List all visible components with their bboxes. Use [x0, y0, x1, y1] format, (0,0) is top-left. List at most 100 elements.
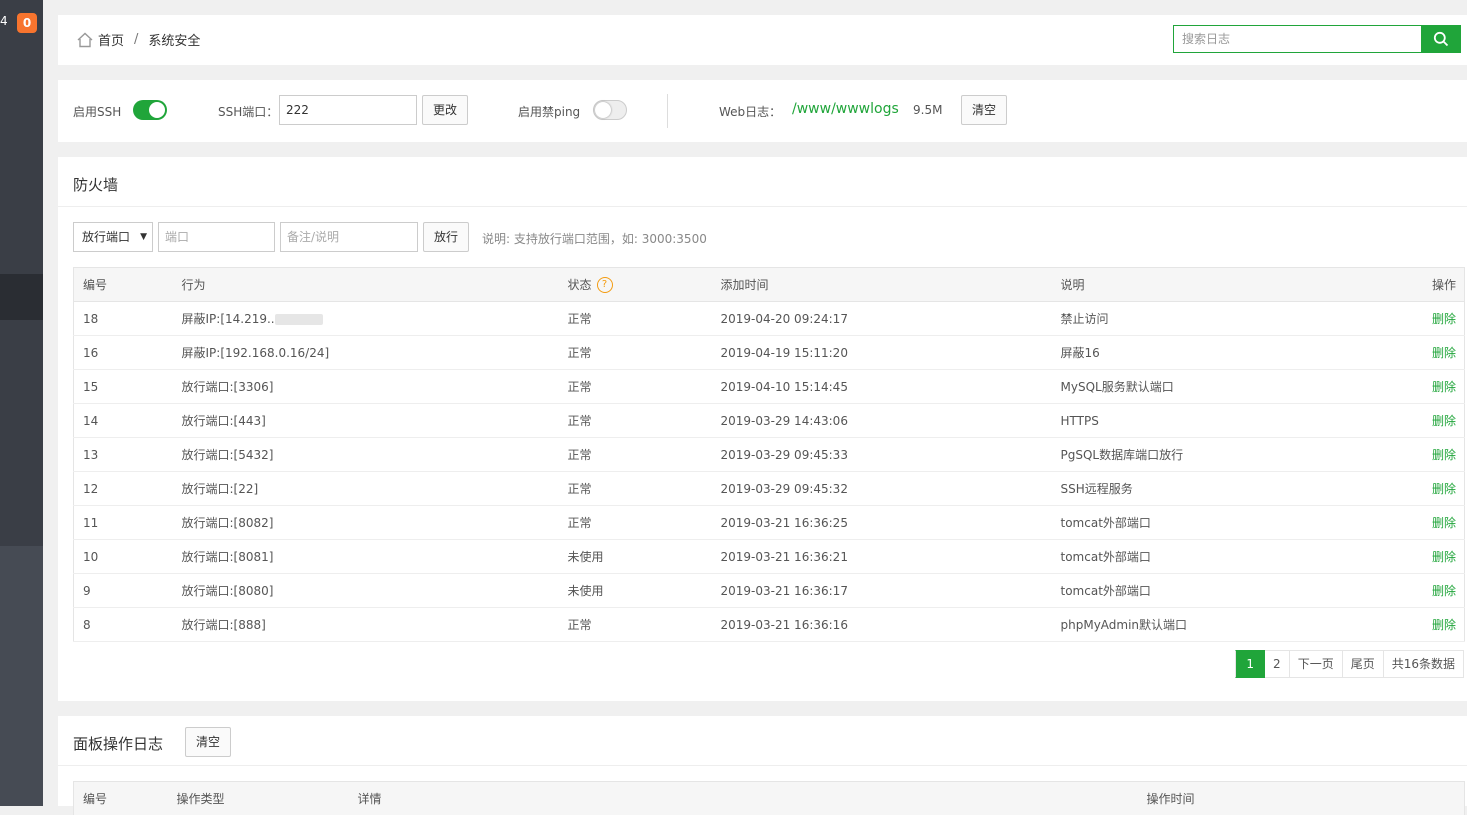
column-header-id: 编号: [74, 782, 168, 815]
rule-op-cell: 删除: [1405, 336, 1465, 370]
ssh-port-input[interactable]: [279, 95, 417, 125]
sidebar-digit: 4: [0, 14, 8, 28]
rule-time: 2019-03-29 14:43:06: [712, 404, 1052, 438]
total-count: 共16条数据: [1384, 650, 1464, 678]
home-icon[interactable]: [76, 31, 94, 49]
allow-button[interactable]: 放行: [423, 222, 469, 252]
table-row: 14 放行端口:[443] 正常 2019-03-29 14:43:06 HTT…: [74, 404, 1465, 438]
delete-link[interactable]: 删除: [1432, 550, 1456, 564]
table-row: 15 放行端口:[3306] 正常 2019-04-10 15:14:45 My…: [74, 370, 1465, 404]
page-1-button[interactable]: 1: [1235, 650, 1265, 678]
breadcrumb-current: 系统安全: [148, 30, 200, 49]
delete-link[interactable]: 删除: [1432, 618, 1456, 632]
rule-action-cell: 屏蔽IP:[14.219..: [173, 302, 559, 336]
rule-status: 正常: [559, 302, 712, 336]
rule-time: 2019-03-29 09:45:32: [712, 472, 1052, 506]
firewall-hint: 说明: 支持放行端口范围，如: 3000:3500: [482, 230, 707, 247]
breadcrumb-home[interactable]: 首页: [98, 30, 124, 49]
column-header-time: 操作时间: [1138, 782, 1465, 815]
rule-status: 正常: [559, 336, 712, 370]
rule-op-cell: 删除: [1405, 472, 1465, 506]
ping-toggle[interactable]: [593, 100, 627, 120]
rule-action: 放行端口:[3306]: [173, 370, 559, 404]
weblog-label: Web日志：: [719, 103, 781, 120]
search-input[interactable]: [1173, 25, 1421, 53]
rule-note: phpMyAdmin默认端口: [1052, 608, 1405, 642]
security-settings: 启用SSH SSH端口： 更改 启用禁ping Web日志： /www/wwwl…: [58, 80, 1467, 142]
toggle-knob: [149, 102, 165, 118]
column-header-type: 操作类型: [168, 782, 349, 815]
notification-badge[interactable]: 0: [17, 13, 37, 33]
column-header-note: 说明: [1052, 268, 1405, 302]
delete-link[interactable]: 删除: [1432, 482, 1456, 496]
pagination: 1 2 下一页 尾页 共16条数据: [1235, 650, 1464, 678]
help-icon[interactable]: ?: [597, 277, 613, 293]
clear-weblog-button[interactable]: 清空: [961, 95, 1007, 125]
weblog-size: 9.5M: [913, 103, 942, 117]
sidebar-item-active[interactable]: [0, 274, 43, 320]
column-header-status-label: 状态: [568, 278, 592, 292]
column-header-time: 添加时间: [712, 268, 1052, 302]
rule-op-cell: 删除: [1405, 370, 1465, 404]
rule-id: 8: [74, 608, 173, 642]
rule-note: tomcat外部端口: [1052, 540, 1405, 574]
panel-log-title: 面板操作日志: [73, 733, 163, 754]
rule-note: MySQL服务默认端口: [1052, 370, 1405, 404]
table-row: 9 放行端口:[8080] 未使用 2019-03-21 16:36:17 to…: [74, 574, 1465, 608]
rule-op-cell: 删除: [1405, 574, 1465, 608]
change-port-button[interactable]: 更改: [422, 95, 468, 125]
rule-action: 放行端口:[8081]: [173, 540, 559, 574]
delete-link[interactable]: 删除: [1432, 516, 1456, 530]
page-2-button[interactable]: 2: [1265, 650, 1290, 678]
rule-id: 11: [74, 506, 173, 540]
rule-op-cell: 删除: [1405, 540, 1465, 574]
top-bar: 首页 / 系统安全: [58, 15, 1467, 65]
rule-time: 2019-04-10 15:14:45: [712, 370, 1052, 404]
ssh-toggle[interactable]: [133, 100, 167, 120]
rule-action: 放行端口:[888]: [173, 608, 559, 642]
table-row: 18 屏蔽IP:[14.219.. 正常 2019-04-20 09:24:17…: [74, 302, 1465, 336]
rule-action: 屏蔽IP:[192.168.0.16/24]: [173, 336, 559, 370]
divider: [58, 206, 1467, 207]
delete-link[interactable]: 删除: [1432, 448, 1456, 462]
sidebar-lower-section: [0, 546, 43, 806]
rule-action: 屏蔽IP:[14.219..: [182, 312, 275, 326]
rule-id: 12: [74, 472, 173, 506]
port-input[interactable]: [158, 222, 275, 252]
table-row: 10 放行端口:[8081] 未使用 2019-03-21 16:36:21 t…: [74, 540, 1465, 574]
rule-note: HTTPS: [1052, 404, 1405, 438]
rule-type-select[interactable]: 放行端口 ▼: [73, 222, 153, 252]
column-header-detail: 详情: [349, 782, 1138, 815]
redacted-ip: [275, 314, 323, 325]
last-page-button[interactable]: 尾页: [1343, 650, 1384, 678]
note-input[interactable]: [280, 222, 418, 252]
rule-note: 屏蔽16: [1052, 336, 1405, 370]
table-row: 11 放行端口:[8082] 正常 2019-03-21 16:36:25 to…: [74, 506, 1465, 540]
delete-link[interactable]: 删除: [1432, 380, 1456, 394]
divider: [58, 765, 1467, 766]
next-page-button[interactable]: 下一页: [1290, 650, 1343, 678]
table-header: 编号 操作类型 详情 操作时间: [74, 782, 1465, 815]
rule-status: 未使用: [559, 540, 712, 574]
weblog-path-link[interactable]: /www/wwwlogs: [792, 101, 899, 117]
rule-action: 放行端口:[8080]: [173, 574, 559, 608]
delete-link[interactable]: 删除: [1432, 312, 1456, 326]
dropdown-arrow-icon: ▼: [140, 223, 147, 251]
ping-label: 启用禁ping: [518, 103, 580, 120]
rule-status: 正常: [559, 472, 712, 506]
breadcrumb: 首页 / 系统安全: [76, 30, 200, 49]
divider: [667, 94, 668, 128]
search-button[interactable]: [1421, 25, 1461, 53]
clear-panel-log-button[interactable]: 清空: [185, 727, 231, 757]
column-header-id: 编号: [74, 268, 173, 302]
rule-note: PgSQL数据库端口放行: [1052, 438, 1405, 472]
ssh-label: 启用SSH: [73, 103, 121, 120]
rule-id: 18: [74, 302, 173, 336]
rule-id: 16: [74, 336, 173, 370]
delete-link[interactable]: 删除: [1432, 346, 1456, 360]
delete-link[interactable]: 删除: [1432, 414, 1456, 428]
rule-status: 正常: [559, 608, 712, 642]
toggle-knob: [595, 102, 611, 118]
rule-id: 9: [74, 574, 173, 608]
delete-link[interactable]: 删除: [1432, 584, 1456, 598]
